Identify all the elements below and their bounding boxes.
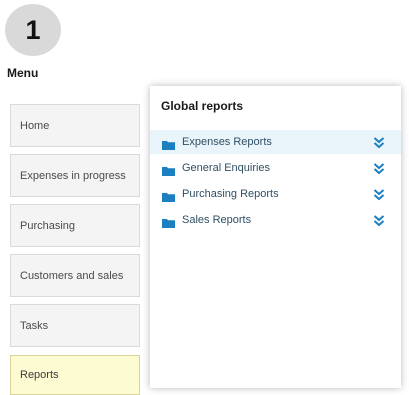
nav-item-label: Purchasing	[20, 219, 76, 232]
report-label: General Enquiries	[182, 162, 271, 174]
report-row-purchasing-reports[interactable]: Purchasing Reports	[150, 182, 401, 206]
folder-icon	[162, 137, 175, 150]
nav-item-label: Home	[20, 119, 50, 132]
nav-item-tasks[interactable]: Tasks	[10, 304, 140, 347]
menu-title: Menu	[7, 66, 39, 80]
nav-item-label: Customers and sales	[20, 269, 124, 282]
report-row-general-enquiries[interactable]: General Enquiries	[150, 156, 401, 180]
double-chevron-down-icon[interactable]	[373, 188, 385, 201]
report-label: Purchasing Reports	[182, 188, 279, 200]
report-label: Expenses Reports	[182, 136, 272, 148]
panel-title: Global reports	[161, 99, 244, 113]
double-chevron-down-icon[interactable]	[373, 162, 385, 175]
folder-icon	[162, 189, 175, 202]
nav-item-label: Tasks	[20, 319, 49, 332]
report-label: Sales Reports	[182, 214, 252, 226]
folder-icon	[162, 215, 175, 228]
folder-icon	[162, 163, 175, 176]
nav-item-expenses-in-progress[interactable]: Expenses in progress	[10, 154, 140, 197]
nav-item-reports[interactable]: Reports	[10, 355, 140, 395]
global-reports-panel: Global reports Expenses Reports General …	[150, 86, 401, 388]
nav-item-home[interactable]: Home	[10, 104, 140, 147]
nav-item-label: Reports	[20, 369, 59, 381]
double-chevron-down-icon[interactable]	[373, 214, 385, 227]
step-badge: 1	[5, 4, 61, 56]
nav-item-customers-and-sales[interactable]: Customers and sales	[10, 254, 140, 297]
report-row-sales-reports[interactable]: Sales Reports	[150, 208, 401, 232]
nav-item-purchasing[interactable]: Purchasing	[10, 204, 140, 247]
nav-item-label: Expenses in progress	[20, 169, 126, 182]
report-row-expenses-reports[interactable]: Expenses Reports	[150, 130, 401, 154]
double-chevron-down-icon[interactable]	[373, 136, 385, 149]
